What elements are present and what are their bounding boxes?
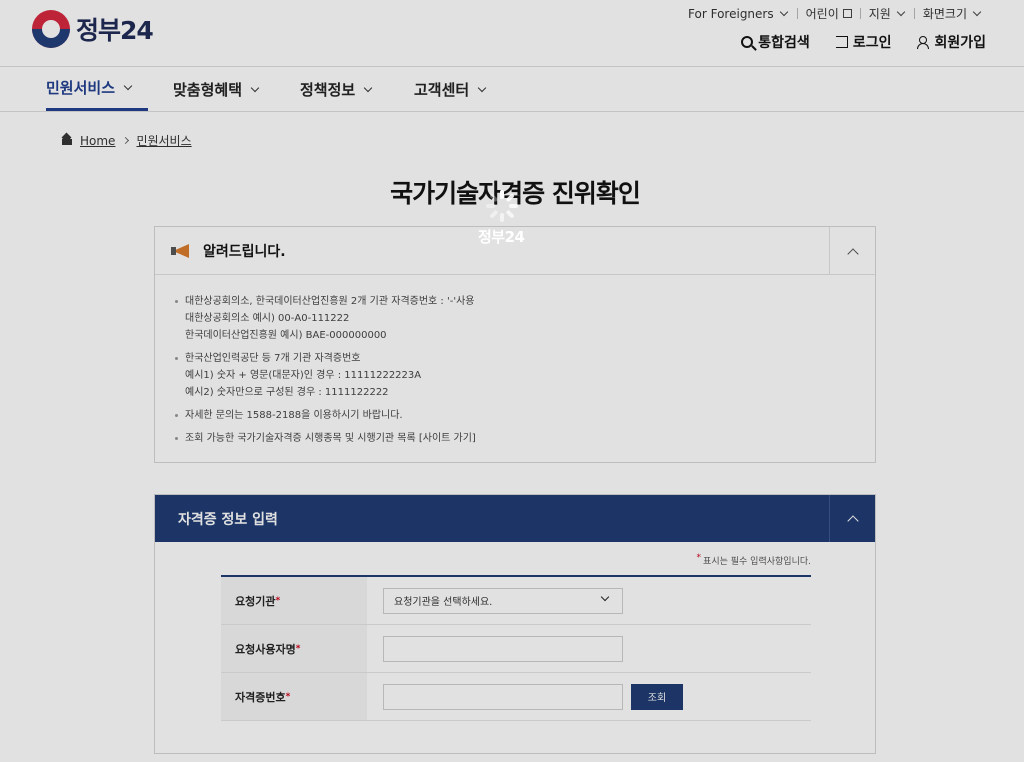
loading-label: 정부24 xyxy=(478,228,525,246)
loading-spinner-icon xyxy=(484,188,520,224)
loading-overlay: 정부24 xyxy=(0,0,1024,762)
